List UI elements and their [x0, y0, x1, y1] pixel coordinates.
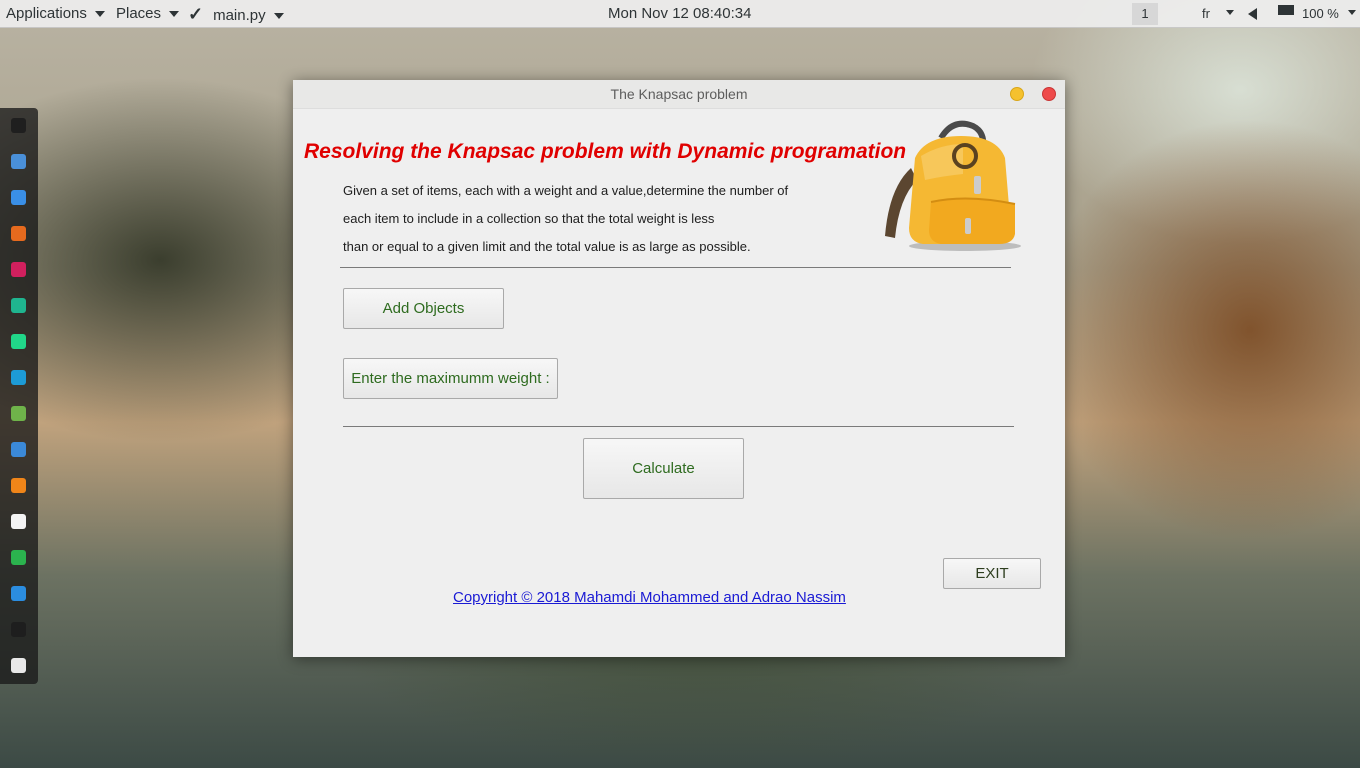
keyboard-layout[interactable]: fr [1202, 4, 1210, 24]
window-titlebar[interactable]: The Knapsac problem [293, 80, 1065, 109]
chevron-down-icon [273, 13, 284, 20]
applications-label: Applications [6, 5, 87, 22]
tex-icon[interactable] [11, 586, 26, 601]
clock[interactable]: Mon Nov 12 08:40:34 [608, 4, 751, 24]
safari-icon[interactable] [11, 190, 26, 205]
battery-percent: 100 % [1302, 6, 1339, 21]
separator [343, 426, 1014, 427]
network-icon[interactable] [11, 442, 26, 457]
add-objects-button[interactable]: Add Objects [343, 288, 504, 329]
webstorm-icon[interactable] [11, 370, 26, 385]
backpack-icon [885, 120, 1021, 251]
places-label: Places [116, 5, 162, 22]
document-icon[interactable] [11, 514, 26, 529]
window-title: The Knapsac problem [610, 86, 748, 102]
exit-button[interactable]: EXIT [943, 558, 1041, 589]
intellij-icon[interactable] [11, 262, 26, 277]
places-menu[interactable]: Places [116, 4, 180, 24]
dock [0, 108, 38, 684]
top-panel: Applications Places ✓ main.py Mon Nov 12 … [0, 0, 1360, 28]
finder-icon[interactable] [11, 154, 26, 169]
page-heading: Resolving the Knapsac problem with Dynam… [304, 140, 907, 163]
workspace-indicator[interactable]: 1 [1132, 3, 1158, 25]
active-app-menu[interactable]: ✓ main.py [188, 4, 284, 24]
chevron-down-icon [94, 11, 105, 18]
calculate-button[interactable]: Calculate [583, 438, 744, 499]
app-grid-icon[interactable] [11, 658, 26, 673]
description-line-3: than or equal to a given limit and the t… [343, 239, 751, 254]
active-app-label: main.py [213, 7, 266, 24]
max-weight-button[interactable]: Enter the maximumm weight : [343, 358, 558, 399]
pycharm-icon[interactable] [11, 334, 26, 349]
separator [340, 267, 1011, 268]
checkmark-icon[interactable] [11, 622, 26, 637]
copyright-link[interactable]: Copyright © 2018 Mahamdi Mohammed and Ad… [453, 589, 846, 606]
download-icon[interactable] [11, 550, 26, 565]
firefox-icon[interactable] [11, 226, 26, 241]
app-window: The Knapsac problem Resolving the Knapsa… [293, 80, 1065, 657]
description-line-1: Given a set of items, each with a weight… [343, 183, 789, 198]
vlc-icon[interactable] [11, 478, 26, 493]
applications-menu[interactable]: Applications [6, 4, 105, 24]
chevron-down-icon [1226, 10, 1234, 15]
clion-icon[interactable] [11, 298, 26, 313]
android-studio-icon[interactable] [11, 406, 26, 421]
close-button[interactable] [1042, 87, 1056, 101]
minimize-button[interactable] [1010, 87, 1024, 101]
description-line-2: each item to include in a collection so … [343, 211, 715, 226]
terminal-icon[interactable] [11, 118, 26, 133]
checkmark-icon: ✓ [188, 4, 204, 24]
chevron-down-icon [1348, 10, 1356, 15]
chevron-down-icon [169, 11, 180, 18]
